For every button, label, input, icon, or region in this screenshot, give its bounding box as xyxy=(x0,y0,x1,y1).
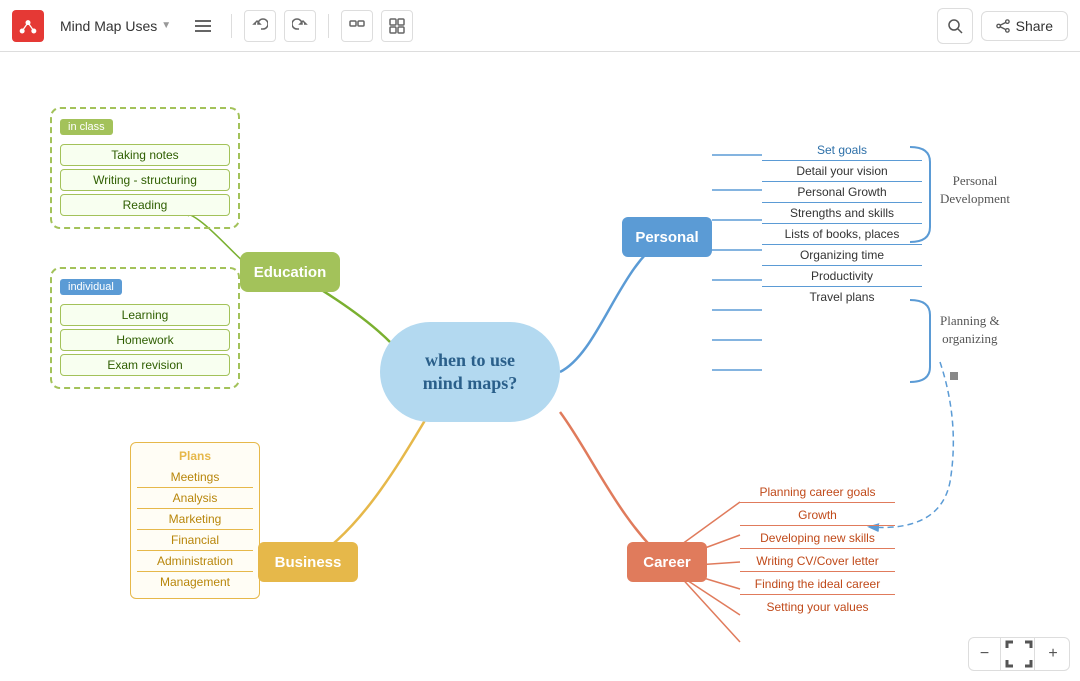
business-plans-label: Plans xyxy=(137,449,253,463)
biz-item-0: Meetings xyxy=(137,467,253,488)
biz-item-3: Financial xyxy=(137,530,253,551)
zoom-fit-button[interactable] xyxy=(1003,638,1035,670)
career-item-0: Planning career goals xyxy=(740,482,895,503)
zoom-in-button[interactable]: + xyxy=(1037,638,1069,670)
annotation-planning: Planning & organizing xyxy=(940,312,1000,348)
layout-button[interactable] xyxy=(381,10,413,42)
biz-item-2: Marketing xyxy=(137,509,253,530)
indicator-dot xyxy=(950,372,958,380)
career-item-3: Writing CV/Cover letter xyxy=(740,551,895,572)
edu-item-5: Exam revision xyxy=(60,354,230,376)
right-toolbar: Share xyxy=(937,8,1068,44)
career-item-5: Setting your values xyxy=(740,597,895,617)
undo-button[interactable] xyxy=(244,10,276,42)
redo-button[interactable] xyxy=(284,10,316,42)
career-item-2: Developing new skills xyxy=(740,528,895,549)
biz-item-1: Analysis xyxy=(137,488,253,509)
logo-button[interactable] xyxy=(12,10,44,42)
node-career[interactable]: Career xyxy=(627,542,707,582)
mind-map-canvas[interactable]: when to use mind maps? Personal Set goal… xyxy=(0,52,1080,681)
personal-item-1: Detail your vision xyxy=(762,161,922,182)
edu-item-1: Writing - structuring xyxy=(60,169,230,191)
node-education[interactable]: Education xyxy=(240,252,340,292)
biz-item-5: Management xyxy=(137,572,253,592)
personal-item-7: Travel plans xyxy=(762,287,922,307)
education-individual-group: individual Learning Homework Exam revisi… xyxy=(50,267,240,389)
menu-button[interactable] xyxy=(187,10,219,42)
biz-item-4: Administration xyxy=(137,551,253,572)
search-button[interactable] xyxy=(937,8,973,44)
zoom-out-button[interactable]: − xyxy=(969,638,1001,670)
center-node[interactable]: when to use mind maps? xyxy=(380,322,560,422)
individual-tag: individual xyxy=(60,279,122,295)
personal-item-5: Organizing time xyxy=(762,245,922,266)
document-title[interactable]: Mind Map Uses ▼ xyxy=(52,14,179,38)
node-personal[interactable]: Personal xyxy=(622,217,712,257)
education-class-group: in class Taking notes Writing - structur… xyxy=(50,107,240,229)
personal-item-6: Productivity xyxy=(762,266,922,287)
share-button[interactable]: Share xyxy=(981,11,1068,41)
in-class-tag: in class xyxy=(60,119,113,135)
annotation-personal-dev: Personal Development xyxy=(940,172,1010,208)
toolbar: Mind Map Uses ▼ Share xyxy=(0,0,1080,52)
career-item-1: Growth xyxy=(740,505,895,526)
toolbar-divider2 xyxy=(328,14,329,38)
personal-item-2: Personal Growth xyxy=(762,182,922,203)
personal-item-4: Lists of books, places xyxy=(762,224,922,245)
edu-item-2: Reading xyxy=(60,194,230,216)
personal-item-0: Set goals xyxy=(762,140,922,161)
node-business[interactable]: Business xyxy=(258,542,358,582)
business-items-group: Plans Meetings Analysis Marketing Financ… xyxy=(130,442,260,599)
insert-button[interactable] xyxy=(341,10,373,42)
edu-item-3: Learning xyxy=(60,304,230,326)
personal-item-3: Strengths and skills xyxy=(762,203,922,224)
career-item-4: Finding the ideal career xyxy=(740,574,895,595)
edu-item-0: Taking notes xyxy=(60,144,230,166)
toolbar-divider xyxy=(231,14,232,38)
zoom-controls: − + xyxy=(968,637,1070,671)
edu-item-4: Homework xyxy=(60,329,230,351)
